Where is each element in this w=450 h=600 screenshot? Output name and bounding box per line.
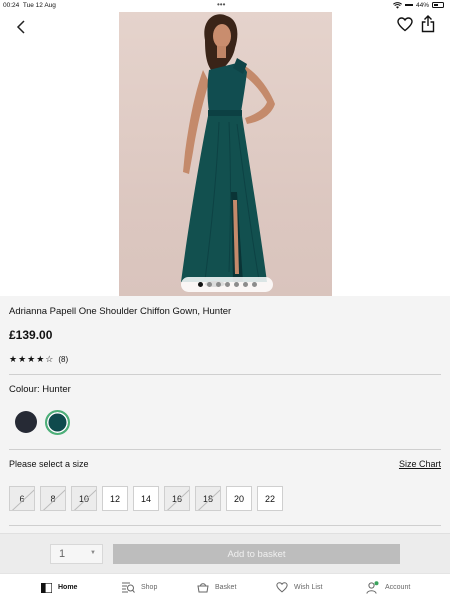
product-rating[interactable]: ★★★★☆ (8) (9, 354, 68, 365)
quantity-select[interactable]: 1 ▼ (50, 544, 103, 564)
heart-icon (276, 582, 288, 593)
size-option-14[interactable]: 14 (133, 486, 159, 511)
share-button[interactable] (421, 15, 439, 35)
chevron-down-icon: ▼ (90, 550, 96, 556)
back-button[interactable] (12, 18, 30, 36)
product-title: Adrianna Papell One Shoulder Chiffon Gow… (9, 306, 232, 317)
basket-icon (197, 583, 209, 593)
shop-search-icon (122, 582, 135, 593)
size-options: 6 8 10 12 14 16 18 20 22 (9, 486, 283, 511)
nav-home-label: Home (58, 584, 78, 591)
wishlist-button[interactable] (397, 17, 415, 35)
colour-label: Colour: Hunter (9, 384, 71, 395)
status-time: 00:24 Tue 12 Aug (3, 2, 56, 9)
nav-account-label: Account (385, 584, 411, 591)
nav-wish-list[interactable]: Wish List (276, 574, 322, 600)
review-count: (8) (58, 355, 69, 364)
multitasking-dots-icon[interactable]: ••• (217, 0, 225, 9)
nav-account[interactable]: Account (366, 574, 410, 600)
size-option-8[interactable]: 8 (40, 486, 66, 511)
product-gallery (0, 12, 450, 296)
nav-wish-list-label: Wish List (294, 584, 323, 591)
dress-model-illustration (181, 14, 275, 287)
carousel-dot[interactable] (242, 282, 248, 287)
carousel-dot[interactable] (251, 282, 257, 287)
nav-home[interactable]: Home (41, 574, 77, 600)
size-option-20[interactable]: 20 (226, 486, 252, 511)
carousel-dot[interactable] (215, 282, 221, 287)
size-option-6[interactable]: 6 (9, 486, 35, 511)
battery-percent: 44% (415, 1, 429, 9)
size-option-22[interactable]: 22 (257, 486, 283, 511)
size-prompt: Please select a size (9, 459, 89, 469)
nav-basket-label: Basket (215, 584, 237, 591)
divider (9, 449, 441, 450)
chevron-left-icon (16, 20, 25, 34)
share-icon (421, 15, 435, 33)
quantity-value: 1 (59, 548, 66, 560)
divider (9, 374, 441, 375)
size-option-12[interactable]: 12 (102, 486, 128, 511)
home-icon (41, 582, 52, 593)
status-bar: 00:24 Tue 12 Aug ••• 44% (0, 0, 450, 12)
account-icon (366, 581, 379, 594)
divider (9, 525, 441, 526)
nav-basket[interactable]: Basket (197, 574, 236, 600)
wifi-icon (393, 1, 402, 9)
carousel-dot[interactable] (224, 282, 230, 287)
carousel-dot[interactable] (197, 282, 203, 287)
basket-bar: 1 ▼ Add to basket (0, 533, 450, 573)
star-rating-icon: ★★★★☆ (9, 354, 55, 364)
status-right: 44% (393, 2, 444, 9)
colour-swatch-hunter[interactable] (45, 410, 70, 435)
carousel-dot[interactable] (206, 282, 212, 287)
size-option-10[interactable]: 10 (71, 486, 97, 511)
image-carousel-dots[interactable] (181, 277, 273, 292)
product-image[interactable] (119, 12, 332, 296)
nav-shop-label: Shop (141, 584, 158, 591)
bottom-navigation: Home Shop Basket Wish List Account (0, 573, 450, 600)
nav-shop[interactable]: Shop (122, 574, 157, 600)
signal-icon (404, 4, 413, 6)
colour-swatch-navy[interactable] (15, 411, 37, 433)
add-to-basket-button[interactable]: Add to basket (113, 544, 400, 564)
size-option-18[interactable]: 18 (195, 486, 221, 511)
size-chart-link[interactable]: Size Chart (399, 459, 441, 469)
battery-icon (432, 2, 444, 8)
carousel-dot[interactable] (233, 282, 239, 287)
heart-icon (397, 17, 413, 32)
size-option-16[interactable]: 16 (164, 486, 190, 511)
product-price: £139.00 (9, 328, 53, 342)
